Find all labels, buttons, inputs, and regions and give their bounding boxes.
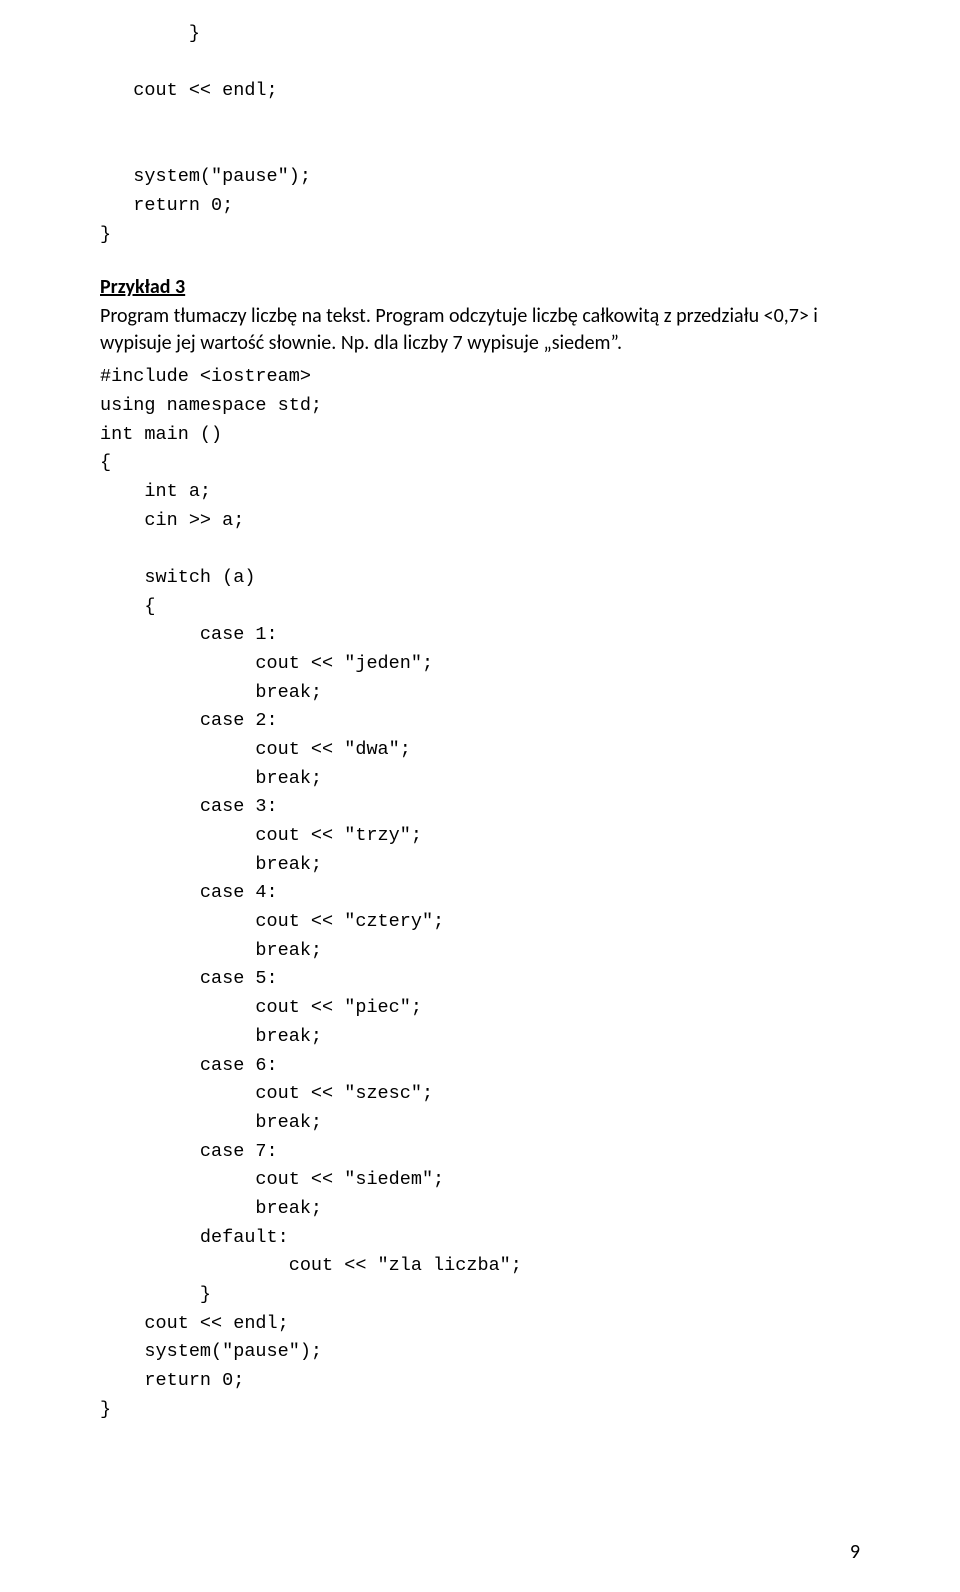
example-heading: Przykład 3 xyxy=(100,275,860,299)
example-description: Program tłumaczy liczbę na tekst. Progra… xyxy=(100,303,860,357)
page-number: 9 xyxy=(850,1540,860,1564)
code-block-top: } cout << endl; system("pause"); return … xyxy=(100,20,860,249)
document-page: } cout << endl; system("pause"); return … xyxy=(0,0,960,1592)
code-block-main: #include <iostream> using namespace std;… xyxy=(100,363,860,1424)
